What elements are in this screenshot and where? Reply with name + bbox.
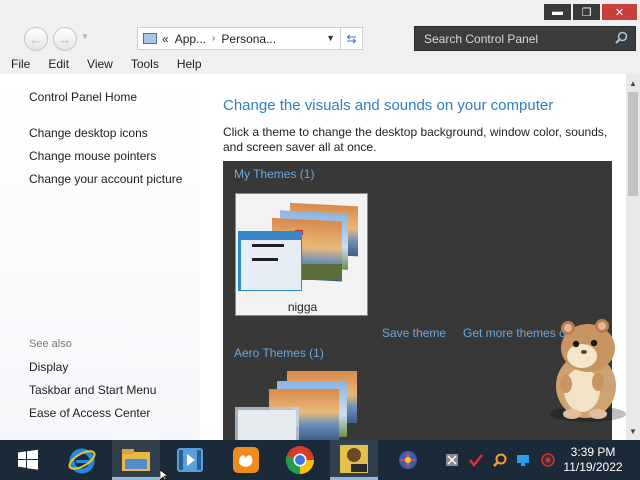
mouse-cursor-icon bbox=[160, 470, 169, 480]
media-player-button[interactable] bbox=[166, 440, 214, 480]
tray-checkmark-icon[interactable] bbox=[468, 452, 484, 468]
taskbar-app-button[interactable] bbox=[384, 440, 432, 480]
forward-button[interactable]: → bbox=[53, 27, 77, 51]
see-also-heading: See also bbox=[29, 338, 72, 350]
back-arrow-icon: ← bbox=[29, 31, 43, 47]
chrome-button[interactable] bbox=[276, 440, 324, 480]
search-box[interactable] bbox=[414, 26, 636, 51]
breadcrumb-personalization[interactable]: Persona... bbox=[221, 32, 276, 46]
forward-arrow-icon: → bbox=[58, 31, 72, 47]
recent-pages-icon[interactable]: ▼ bbox=[81, 32, 89, 41]
title-bar: ▬ ❐ ✕ bbox=[0, 0, 640, 20]
my-themes-label: My Themes (1) bbox=[234, 167, 315, 181]
sandbox-icon bbox=[340, 444, 368, 473]
page-title: Change the visuals and sounds on your co… bbox=[223, 97, 554, 114]
close-icon: ✕ bbox=[614, 6, 625, 19]
aero-themes-label: Aero Themes (1) bbox=[234, 346, 324, 360]
menu-help[interactable]: Help bbox=[168, 56, 211, 74]
tray-app-icon[interactable] bbox=[444, 452, 460, 468]
control-panel-icon bbox=[143, 33, 157, 44]
windows-logo-icon bbox=[18, 449, 38, 470]
theme-tile[interactable]: nigga bbox=[235, 193, 368, 316]
tray-search-icon[interactable] bbox=[492, 452, 508, 468]
menu-view[interactable]: View bbox=[78, 56, 122, 74]
file-explorer-button[interactable] bbox=[112, 440, 160, 480]
change-desktop-icons-link[interactable]: Change desktop icons bbox=[29, 126, 182, 149]
address-bar[interactable]: « App... › Persona... ▼ bbox=[137, 27, 341, 50]
menu-edit[interactable]: Edit bbox=[39, 56, 78, 74]
back-button[interactable]: ← bbox=[24, 27, 48, 51]
save-theme-link[interactable]: Save theme bbox=[382, 326, 446, 340]
uc-browser-button[interactable] bbox=[222, 440, 270, 480]
media-player-icon bbox=[177, 448, 203, 472]
close-button[interactable]: ✕ bbox=[602, 4, 637, 20]
breadcrumb-appearance[interactable]: App... bbox=[175, 32, 206, 46]
change-account-picture-link[interactable]: Change your account picture bbox=[29, 172, 182, 195]
see-also-links: Display Taskbar and Start Menu Ease of A… bbox=[29, 360, 156, 429]
theme-name: nigga bbox=[287, 300, 318, 314]
folder-icon bbox=[122, 448, 150, 471]
chrome-icon bbox=[285, 446, 314, 475]
control-panel-home-link[interactable]: Control Panel Home bbox=[29, 90, 137, 104]
hamster-desktop-pet bbox=[550, 319, 626, 422]
search-icon[interactable] bbox=[615, 31, 628, 47]
internet-explorer-button[interactable] bbox=[58, 440, 106, 480]
menu-file[interactable]: File bbox=[0, 56, 39, 74]
sandbox-button[interactable] bbox=[330, 440, 378, 480]
scroll-thumb[interactable] bbox=[628, 92, 638, 196]
uc-browser-icon bbox=[233, 447, 259, 473]
aero-theme-thumbnail[interactable] bbox=[235, 371, 368, 440]
breadcrumb-separator-icon[interactable]: › bbox=[212, 33, 215, 44]
task-links: Change desktop icons Change mouse pointe… bbox=[29, 126, 182, 195]
minimize-button[interactable]: ▬ bbox=[544, 4, 571, 20]
address-row: ← → ▼ « App... › Persona... ▼ ⇆ bbox=[0, 20, 640, 56]
menu-tools[interactable]: Tools bbox=[122, 56, 168, 74]
page-description: Click a theme to change the desktop back… bbox=[223, 125, 608, 154]
theme-thumbnail bbox=[238, 202, 358, 291]
ease-of-access-link[interactable]: Ease of Access Center bbox=[29, 406, 156, 429]
tray-monitor-icon[interactable] bbox=[515, 452, 531, 468]
scroll-up-icon[interactable]: ▲ bbox=[626, 76, 640, 90]
change-mouse-pointers-link[interactable]: Change mouse pointers bbox=[29, 149, 182, 172]
address-dropdown-icon[interactable]: ▼ bbox=[326, 33, 335, 43]
scroll-down-icon[interactable]: ▼ bbox=[626, 424, 640, 438]
clock-time: 3:39 PM bbox=[570, 445, 616, 459]
refresh-button[interactable]: ⇆ bbox=[341, 27, 363, 50]
menu-bar: File Edit View Tools Help bbox=[0, 56, 640, 74]
start-button[interactable] bbox=[4, 440, 52, 480]
colorful-app-icon bbox=[399, 451, 417, 469]
internet-explorer-icon bbox=[68, 448, 96, 474]
taskbar: 3:39 PM 11/19/2022 bbox=[0, 440, 640, 480]
refresh-icon: ⇆ bbox=[346, 31, 357, 46]
address-overflow[interactable]: « bbox=[162, 32, 169, 46]
search-input[interactable] bbox=[424, 31, 604, 46]
taskbar-start-menu-link[interactable]: Taskbar and Start Menu bbox=[29, 383, 156, 406]
minimize-icon: ▬ bbox=[552, 6, 563, 18]
clock-date: 11/19/2022 bbox=[563, 460, 623, 474]
display-link[interactable]: Display bbox=[29, 360, 156, 383]
maximize-icon: ❐ bbox=[581, 6, 592, 19]
left-navigation: Control Panel Home Change desktop icons … bbox=[0, 74, 200, 440]
tray-record-icon[interactable] bbox=[540, 452, 556, 468]
taskbar-clock[interactable]: 3:39 PM 11/19/2022 bbox=[558, 445, 628, 475]
maximize-button[interactable]: ❐ bbox=[573, 4, 600, 20]
